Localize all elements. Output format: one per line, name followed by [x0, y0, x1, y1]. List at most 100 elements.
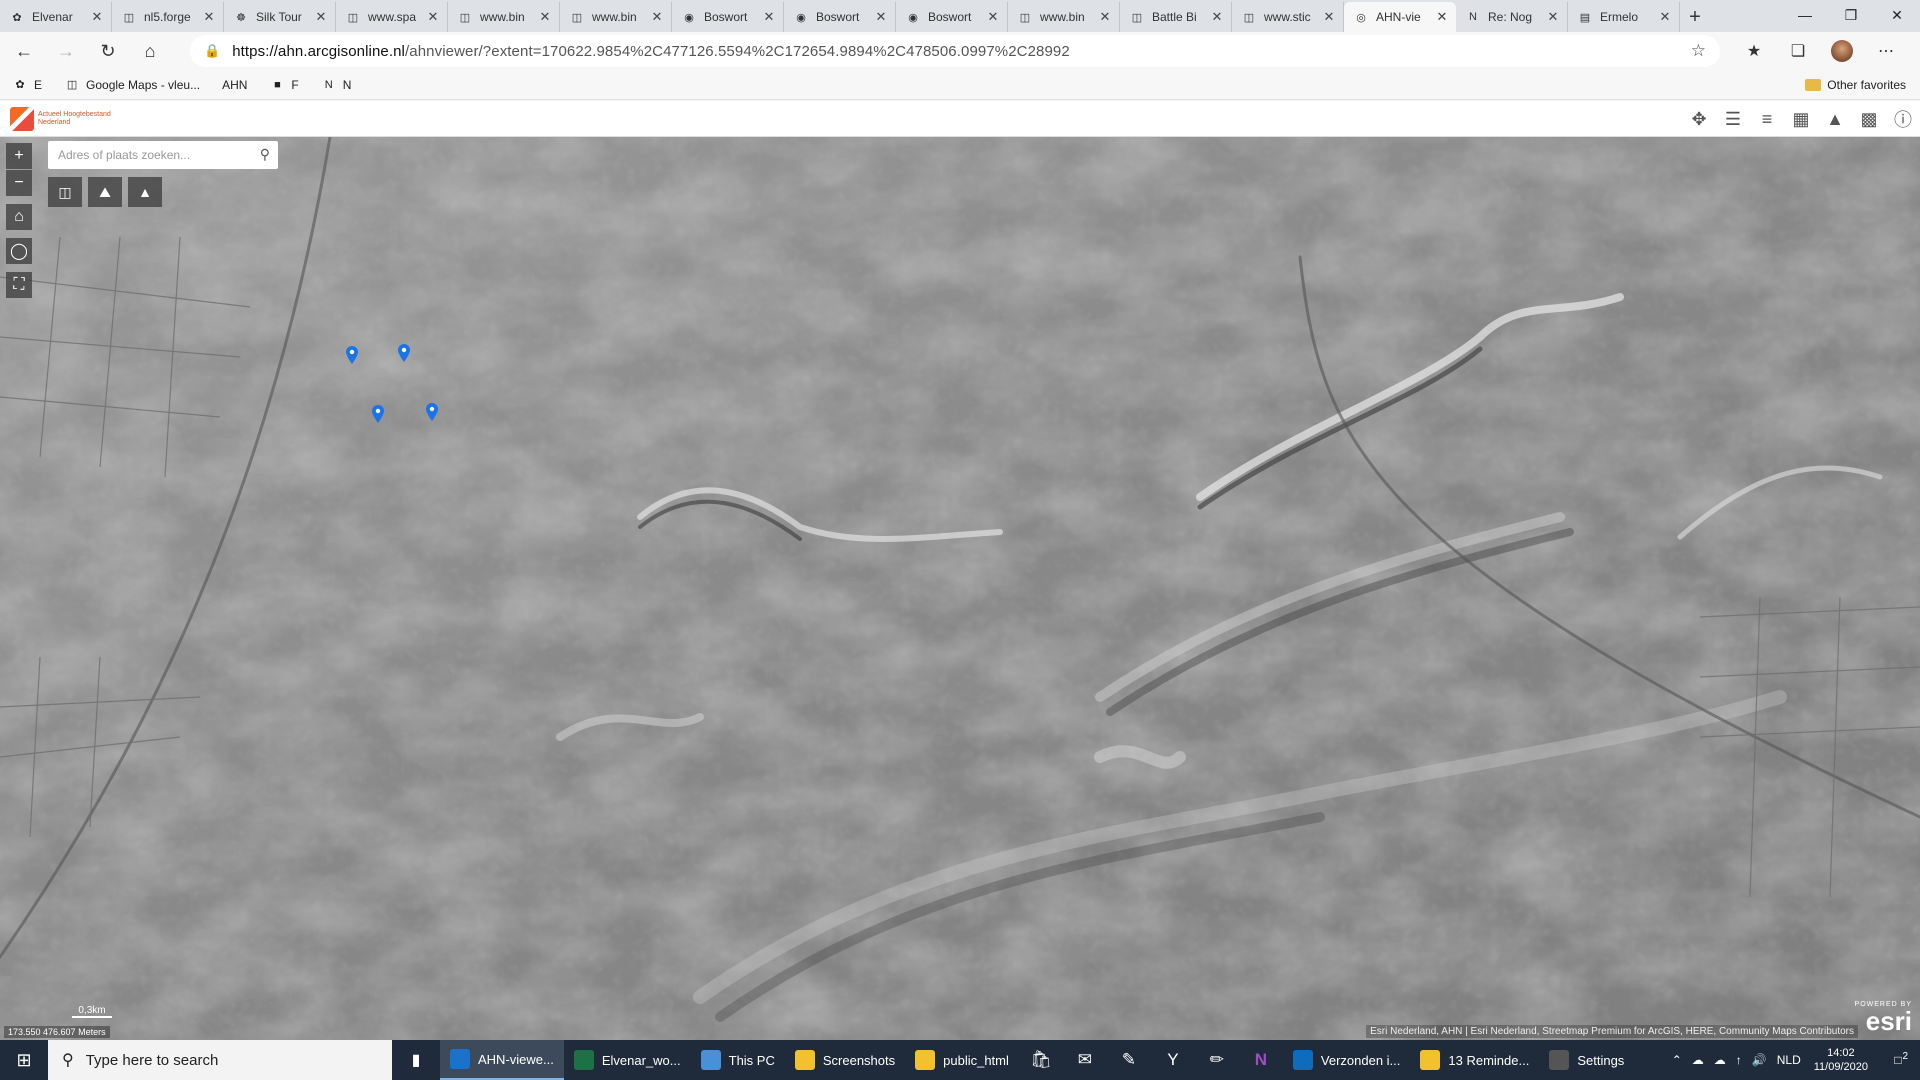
bookmark-item[interactable]: AHN — [222, 78, 247, 92]
onedrive-personal-icon[interactable]: ☁ — [1709, 1053, 1731, 1067]
close-tab-icon[interactable]: ✕ — [873, 9, 889, 25]
tab-strip: ✿ Elvenar ✕ ◫ nl5.forge ✕ ☸ Silk Tour ✕ ◫ www.spa ✕… — [0, 0, 1920, 32]
close-tab-icon[interactable]: ✕ — [1209, 9, 1225, 25]
other-favorites[interactable]: Other favorites — [1805, 78, 1906, 92]
locate-button[interactable]: ◯ — [6, 238, 32, 264]
zoom-out-button[interactable]: − — [6, 170, 32, 196]
close-tab-icon[interactable]: ✕ — [1097, 9, 1113, 25]
close-tab-icon[interactable]: ✕ — [761, 9, 777, 25]
more-menu-icon[interactable]: ⋯ — [1864, 35, 1908, 67]
address-search-input[interactable]: Adres of plaats zoeken... ⚲ — [48, 141, 278, 169]
swipe-tool-icon[interactable]: ◫ — [48, 177, 82, 207]
browser-tab[interactable]: ◉ Boswort ✕ — [896, 2, 1008, 32]
close-tab-icon[interactable]: ✕ — [201, 9, 217, 25]
map-pin-icon[interactable] — [426, 403, 438, 421]
bookmark-item[interactable]: NN — [321, 77, 352, 93]
browser-tab[interactable]: ▤ Ermelo ✕ — [1568, 2, 1680, 32]
bookmark-item[interactable]: ✿ E — [12, 77, 42, 93]
zoom-in-button[interactable]: + — [6, 143, 32, 169]
elevation-tool-icon[interactable]: ▲ — [128, 177, 162, 207]
map-pin-icon[interactable] — [372, 405, 384, 423]
home-extent-button[interactable]: ⌂ — [6, 204, 32, 230]
language-indicator[interactable]: NLD — [1772, 1053, 1806, 1067]
browser-tab[interactable]: ☸ Silk Tour ✕ — [224, 2, 336, 32]
tray-chevron-icon[interactable]: ⌃ — [1667, 1053, 1687, 1067]
education-icon[interactable]: ▲ — [1818, 105, 1852, 133]
store-icon[interactable]: 🛍 — [1019, 1040, 1063, 1080]
collections-icon[interactable]: ❏ — [1776, 35, 1820, 67]
minimize-button[interactable]: — — [1782, 0, 1828, 30]
windows-start-button[interactable]: ⊞ — [0, 1040, 48, 1080]
close-tab-icon[interactable]: ✕ — [89, 9, 105, 25]
taskbar-app[interactable]: AHN-viewe... — [440, 1040, 564, 1080]
close-tab-icon[interactable]: ✕ — [649, 9, 665, 25]
map-view[interactable]: + − ⌂ ◯ ⛶ Adres of plaats zoeken... ⚲ ◫ … — [0, 137, 1920, 1040]
taskbar-app[interactable]: Verzonden i... — [1283, 1040, 1411, 1080]
close-tab-icon[interactable]: ✕ — [1321, 9, 1337, 25]
taskbar-app[interactable]: public_html — [905, 1040, 1019, 1080]
taskbar-app[interactable]: 13 Reminde... — [1410, 1040, 1539, 1080]
search-icon[interactable]: ⚲ — [260, 146, 270, 163]
browser-tab[interactable]: ◫ Battle Bi ✕ — [1120, 2, 1232, 32]
url-text[interactable]: https://ahn.arcgisonline.nl/ahnviewer/?e… — [232, 43, 1070, 60]
refresh-button[interactable]: ↻ — [90, 35, 126, 67]
legend-list-icon[interactable]: ≡ — [1750, 105, 1784, 133]
map-pin-icon[interactable] — [346, 346, 358, 364]
system-clock[interactable]: 14:02 11/09/2020 — [1806, 1046, 1876, 1074]
browser-tab[interactable]: ◫ www.spa ✕ — [336, 2, 448, 32]
volume-icon[interactable]: 🔊 — [1747, 1053, 1772, 1067]
address-bar[interactable]: 🔒 https://ahn.arcgisonline.nl/ahnviewer/… — [190, 35, 1720, 67]
taskbar-app[interactable]: Settings — [1539, 1040, 1634, 1080]
task-view-icon[interactable]: ▮ — [392, 1050, 440, 1070]
basemap-grid-icon[interactable]: ▦ — [1784, 105, 1818, 133]
close-tab-icon[interactable]: ✕ — [537, 9, 553, 25]
tab-title: AHN-vie — [1376, 10, 1421, 24]
browser-tab[interactable]: ◉ Boswort ✕ — [672, 2, 784, 32]
home-button[interactable]: ⌂ — [132, 35, 168, 67]
bookmark-item[interactable]: ◫ Google Maps - vleu... — [64, 77, 200, 93]
network-icon[interactable]: ↑ — [1731, 1053, 1747, 1067]
bookmark-item[interactable]: ■ F — [269, 77, 299, 93]
close-tab-icon[interactable]: ✕ — [425, 9, 441, 25]
close-tab-icon[interactable]: ✕ — [1434, 9, 1450, 25]
mail-icon[interactable]: ✉ — [1063, 1040, 1107, 1080]
browser-tab[interactable]: N Re: Nog ✕ — [1456, 2, 1568, 32]
back-button[interactable]: ← — [6, 35, 42, 67]
profile-tool-icon[interactable]: ⛰ — [88, 177, 122, 207]
layers-icon[interactable]: ☰ — [1716, 105, 1750, 133]
new-tab-button[interactable]: + — [1680, 2, 1710, 32]
browser-tab[interactable]: ◫ www.stic ✕ — [1232, 2, 1344, 32]
close-tab-icon[interactable]: ✕ — [1657, 9, 1673, 25]
notes-icon[interactable]: ✏ — [1195, 1040, 1239, 1080]
browser-tab[interactable]: ◫ nl5.forge ✕ — [112, 2, 224, 32]
profile-avatar[interactable] — [1820, 35, 1864, 67]
info-icon[interactable]: ⓘ — [1886, 105, 1920, 133]
browser-tab[interactable]: ◎ AHN-vie ✕ — [1344, 2, 1456, 32]
browser-tab[interactable]: ◫ www.bin ✕ — [448, 2, 560, 32]
restore-button[interactable]: ❐ — [1828, 0, 1874, 30]
taskbar-app[interactable]: Elvenar_wo... — [564, 1040, 691, 1080]
favorites-icon[interactable]: ★ — [1732, 35, 1776, 67]
notification-center-icon[interactable]: □ 2 — [1876, 1051, 1920, 1067]
browser-tab[interactable]: ◫ www.bin ✕ — [1008, 2, 1120, 32]
sticky-notes-icon[interactable]: ✎ — [1107, 1040, 1151, 1080]
close-tab-icon[interactable]: ✕ — [313, 9, 329, 25]
onedrive-icon[interactable]: ☁ — [1687, 1053, 1709, 1067]
taskbar-app[interactable]: Screenshots — [785, 1040, 905, 1080]
browser-tab[interactable]: ◫ www.bin ✕ — [560, 2, 672, 32]
close-tab-icon[interactable]: ✕ — [1545, 9, 1561, 25]
yahoo-icon[interactable]: Y — [1151, 1040, 1195, 1080]
onenote-icon[interactable]: N — [1239, 1040, 1283, 1080]
browser-tab[interactable]: ◉ Boswort ✕ — [784, 2, 896, 32]
close-tab-icon[interactable]: ✕ — [985, 9, 1001, 25]
taskbar-app[interactable]: This PC — [691, 1040, 785, 1080]
fullscreen-button[interactable]: ⛶ — [6, 272, 32, 298]
taskbar-search[interactable]: ⚲ Type here to search — [48, 1040, 392, 1080]
favorite-star-icon[interactable]: ☆ — [1691, 41, 1706, 61]
measure-icon[interactable]: ✥ — [1682, 105, 1716, 133]
forward-button[interactable]: → — [48, 35, 84, 67]
map-pin-icon[interactable] — [398, 344, 410, 362]
print-icon[interactable]: ▩ — [1852, 105, 1886, 133]
browser-tab[interactable]: ✿ Elvenar ✕ — [0, 2, 112, 32]
close-window-button[interactable]: ✕ — [1874, 0, 1920, 30]
